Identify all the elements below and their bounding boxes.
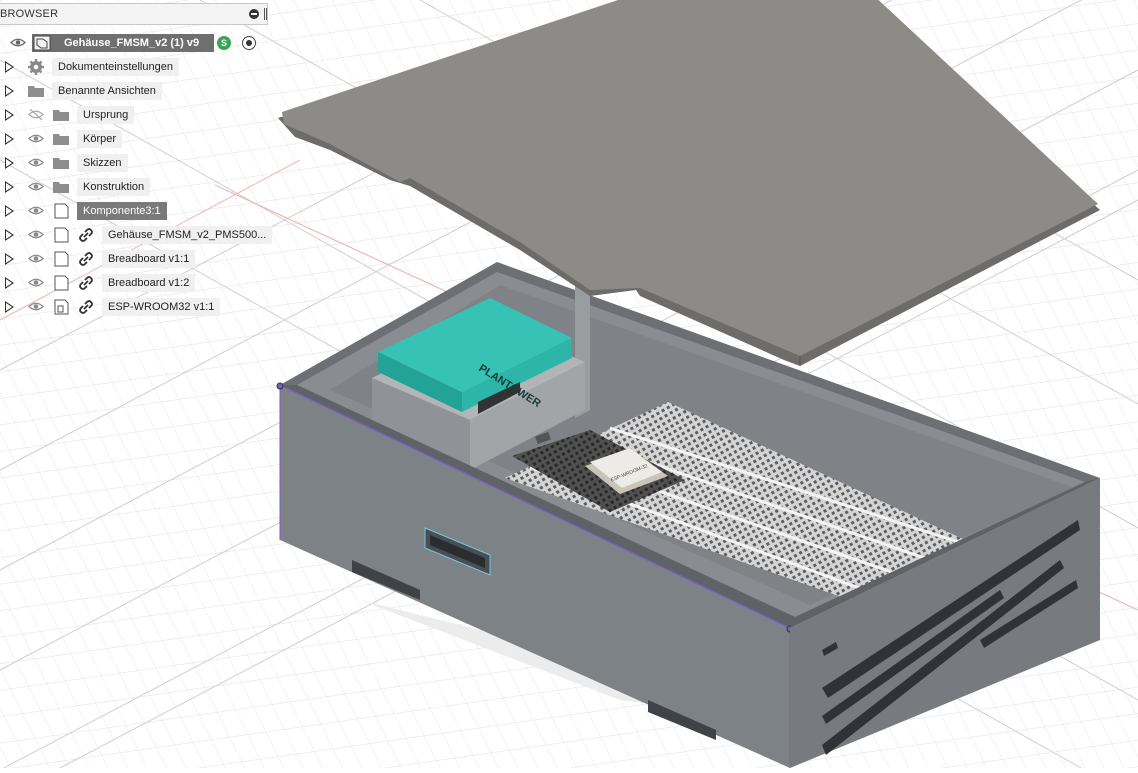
browser-item-komponente3[interactable]: Komponente3:1 xyxy=(0,200,272,222)
collapse-panel-icon[interactable] xyxy=(249,9,259,19)
browser-item-ursprung[interactable]: Ursprung xyxy=(0,104,272,126)
browser-item-label: Breadboard v1:1 xyxy=(102,250,196,268)
browser-item-koerper[interactable]: Körper xyxy=(0,128,272,150)
browser-item-benannte-ansichten[interactable]: Benannte Ansichten xyxy=(0,80,272,102)
visibility-eye-icon[interactable] xyxy=(28,253,44,264)
expand-arrow-icon[interactable] xyxy=(5,277,14,289)
browser-item-breadboard-1[interactable]: Breadboard v1:1 xyxy=(0,248,272,270)
browser-root-row[interactable]: Gehäuse_FMSM_v2 (1) v9 S xyxy=(0,32,272,54)
browser-item-skizzen[interactable]: Skizzen xyxy=(0,152,272,174)
link-icon xyxy=(79,300,93,314)
browser-item-dokumenteinstellungen[interactable]: Dokumenteinstellungen xyxy=(0,56,272,78)
browser-item-label: Skizzen xyxy=(77,154,128,172)
visibility-eye-icon[interactable] xyxy=(28,301,44,312)
expand-arrow-icon[interactable] xyxy=(5,301,14,313)
browser-item-label: Konstruktion xyxy=(77,178,151,196)
browser-item-label: Komponente3:1 xyxy=(77,202,167,220)
component-icon xyxy=(54,227,69,243)
link-icon xyxy=(79,276,93,290)
component-icon xyxy=(54,203,69,219)
browser-title: BROWSER xyxy=(0,8,59,20)
browser-item-konstruktion[interactable]: Konstruktion xyxy=(0,176,272,198)
component-icon xyxy=(54,275,69,291)
panel-pin-icon[interactable] xyxy=(264,8,267,20)
link-icon xyxy=(79,228,93,242)
browser-item-label: Ursprung xyxy=(77,106,135,124)
expand-arrow-icon[interactable] xyxy=(5,253,14,265)
folder-icon xyxy=(53,110,69,121)
expand-arrow-icon[interactable] xyxy=(5,109,14,121)
browser-header: BROWSER xyxy=(0,3,268,25)
browser-item-gehaeuse-linked[interactable]: Gehäuse_FMSM_v2_PMS500... xyxy=(0,224,273,246)
browser-item-esp-wroom32[interactable]: ESP-WROOM32 v1:1 xyxy=(0,296,272,318)
folder-icon xyxy=(28,86,44,97)
component-assembly-icon xyxy=(54,299,69,315)
gear-icon xyxy=(28,59,44,75)
visibility-eye-icon[interactable] xyxy=(28,277,44,288)
browser-item-label: Dokumenteinstellungen xyxy=(52,58,179,76)
expand-arrow-icon[interactable] xyxy=(5,85,14,97)
browser-item-label: ESP-WROOM32 v1:1 xyxy=(102,298,221,316)
browser-item-label: Benannte Ansichten xyxy=(52,82,162,100)
visibility-eye-icon[interactable] xyxy=(28,181,44,192)
browser-item-label: Breadboard v1:2 xyxy=(102,274,196,292)
sync-status-badge: S xyxy=(217,36,231,50)
visibility-eye-icon[interactable] xyxy=(28,133,44,144)
expand-arrow-icon[interactable] xyxy=(5,205,14,217)
visibility-hidden-icon[interactable] xyxy=(28,109,44,120)
folder-icon xyxy=(53,134,69,145)
visibility-eye-icon[interactable] xyxy=(28,205,44,216)
expand-arrow-icon[interactable] xyxy=(5,61,14,73)
expand-arrow-icon[interactable] xyxy=(5,133,14,145)
browser-item-label: Gehäuse_FMSM_v2_PMS500... xyxy=(102,226,273,244)
visibility-eye-icon[interactable] xyxy=(28,229,44,240)
link-icon xyxy=(79,252,93,266)
expand-arrow-icon[interactable] xyxy=(5,157,14,169)
component-icon xyxy=(54,251,69,267)
root-component-label[interactable]: Gehäuse_FMSM_v2 (1) v9 xyxy=(58,34,205,52)
browser-item-breadboard-2[interactable]: Breadboard v1:2 xyxy=(0,272,272,294)
folder-icon xyxy=(53,182,69,193)
expand-arrow-icon[interactable] xyxy=(5,181,14,193)
component-icon xyxy=(33,35,51,51)
browser-item-label: Körper xyxy=(77,130,123,148)
expand-arrow-icon[interactable] xyxy=(5,229,14,241)
visibility-eye-icon[interactable] xyxy=(10,37,26,48)
activate-radio-icon[interactable] xyxy=(242,36,256,50)
folder-icon xyxy=(53,158,69,169)
visibility-eye-icon[interactable] xyxy=(28,157,44,168)
